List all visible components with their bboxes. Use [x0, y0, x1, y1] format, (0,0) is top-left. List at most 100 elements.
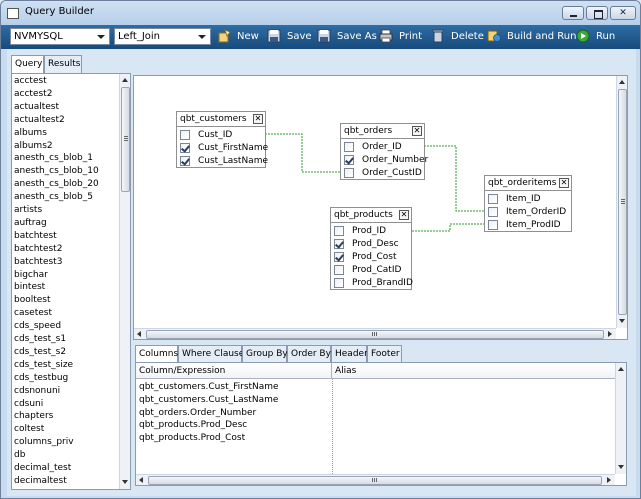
grid-vscroll[interactable] — [615, 363, 626, 474]
table-list-item[interactable]: casetest — [14, 308, 52, 318]
table-box-header[interactable]: qbt_customers ✕ — [177, 112, 265, 127]
close-icon[interactable]: ✕ — [412, 126, 422, 136]
table-box-header[interactable]: qbt_orders ✕ — [341, 124, 424, 139]
table-list-item[interactable]: columns_priv — [14, 437, 74, 447]
table-list-item[interactable]: batchtest3 — [14, 257, 62, 267]
scroll-right-icon[interactable] — [606, 330, 614, 338]
table-list-item[interactable]: bintest — [14, 282, 45, 292]
grid-hscroll[interactable] — [136, 474, 615, 485]
column-header-expression[interactable]: Column/Expression — [136, 363, 332, 379]
grid-row-expression[interactable]: qbt_customers.Cust_FirstName — [139, 382, 279, 392]
database-select[interactable]: NVMYSQL — [10, 28, 110, 45]
scroll-thumb[interactable] — [148, 476, 602, 485]
table-box-qbt-orders[interactable]: qbt_orders ✕ Order_ID Order_Number Order_Cus… — [340, 123, 428, 180]
field-checkbox[interactable] — [344, 168, 354, 178]
table-list-item[interactable]: cds_test_size — [14, 360, 73, 370]
table-list-item[interactable]: acctest2 — [14, 89, 52, 99]
table-list-item[interactable]: anesth_cs_blob_5 — [14, 192, 93, 202]
table-box-header[interactable]: qbt_orderitems ✕ — [485, 176, 571, 191]
table-box-qbt-orderitems[interactable]: qbt_orderitems ✕ Item_ID Item_OrderID Item_P… — [484, 175, 572, 232]
scroll-thumb[interactable] — [618, 89, 627, 315]
tab-results[interactable]: Results — [44, 55, 82, 73]
table-list-item[interactable]: actualtest — [14, 102, 59, 112]
print-button[interactable]: Print — [379, 29, 425, 45]
scroll-up-icon[interactable] — [121, 76, 129, 84]
join-type-select[interactable]: Left_Join — [114, 28, 211, 45]
table-list-item[interactable]: cdsuni — [14, 399, 43, 409]
table-list-item[interactable]: batchtest2 — [14, 244, 62, 254]
build-and-run-button[interactable]: Build and Run — [487, 29, 576, 45]
table-list-item[interactable]: albums2 — [14, 141, 53, 151]
table-list-item[interactable]: cds_speed — [14, 321, 61, 331]
tab-columns[interactable]: Columns — [135, 345, 178, 363]
field-checkbox[interactable] — [334, 278, 344, 288]
field-checkbox[interactable] — [334, 252, 344, 262]
table-list-item[interactable]: cds_test_s2 — [14, 347, 66, 357]
column-header-alias[interactable]: Alias — [332, 363, 616, 379]
table-list-item[interactable]: anesth_cs_blob_1 — [14, 153, 93, 163]
scroll-left-icon[interactable] — [137, 476, 145, 484]
scroll-thumb[interactable] — [121, 87, 130, 192]
field-checkbox[interactable] — [180, 156, 190, 166]
maximize-button[interactable] — [586, 6, 608, 20]
save-as-button[interactable]: Save As — [317, 29, 377, 45]
close-icon[interactable]: ✕ — [253, 114, 263, 124]
field-checkbox[interactable] — [488, 220, 498, 230]
new-button[interactable]: New — [217, 29, 261, 45]
canvas-vscroll[interactable] — [616, 76, 627, 328]
field-checkbox[interactable] — [334, 265, 344, 275]
table-list-item[interactable]: anesth_cs_blob_10 — [14, 166, 99, 176]
table-list-item[interactable]: decimaltest — [14, 476, 67, 486]
field-checkbox[interactable] — [488, 207, 498, 217]
scroll-down-icon[interactable] — [617, 463, 625, 471]
table-box-header[interactable]: qbt_products ✕ — [331, 208, 411, 223]
scroll-right-icon[interactable] — [605, 476, 613, 484]
scroll-left-icon[interactable] — [135, 330, 143, 338]
table-list-item[interactable]: artists — [14, 205, 42, 215]
table-list-item[interactable]: actualtest2 — [14, 115, 65, 125]
field-checkbox[interactable] — [488, 194, 498, 204]
table-list-item[interactable]: coltest — [14, 424, 44, 434]
field-checkbox[interactable] — [180, 143, 190, 153]
tab-where-clause[interactable]: Where Clause — [178, 345, 244, 362]
scroll-up-icon[interactable] — [617, 365, 625, 373]
close-icon[interactable]: ✕ — [399, 210, 409, 220]
tab-query[interactable]: Query — [11, 55, 44, 74]
scroll-down-icon[interactable] — [121, 478, 129, 486]
scroll-thumb[interactable] — [146, 330, 604, 339]
scroll-down-icon[interactable] — [618, 317, 626, 325]
save-button[interactable]: Save — [267, 29, 312, 45]
table-list-item[interactable]: db — [14, 450, 25, 460]
close-icon[interactable]: ✕ — [559, 178, 569, 188]
table-list-item[interactable]: cds_test_s1 — [14, 334, 66, 344]
tab-header[interactable]: Header — [331, 345, 368, 362]
grid-row-expression[interactable]: qbt_customers.Cust_LastName — [139, 395, 278, 405]
table-list-scrollbar[interactable] — [119, 74, 130, 489]
table-list-item[interactable]: decimal_test — [14, 463, 71, 473]
grid-row-expression[interactable]: qbt_products.Prod_Cost — [139, 433, 245, 443]
close-button[interactable]: ✕ — [610, 6, 636, 20]
table-list-item[interactable]: cdsnonuni — [14, 386, 60, 396]
scroll-up-icon[interactable] — [618, 78, 626, 86]
delete-button[interactable]: Delete — [431, 29, 484, 45]
field-checkbox[interactable] — [180, 130, 190, 140]
table-box-qbt-customers[interactable]: qbt_customers ✕ Cust_ID Cust_FirstName Cust_… — [176, 111, 268, 168]
columns-grid[interactable]: Column/Expression Alias qbt_customers.Cu… — [135, 362, 627, 486]
grid-row-expression[interactable]: qbt_orders.Order_Number — [139, 408, 256, 418]
field-checkbox[interactable] — [334, 226, 344, 236]
tab-footer[interactable]: Footer — [367, 345, 402, 362]
table-list-item[interactable]: anesth_cs_blob_20 — [14, 179, 99, 189]
table-list-item[interactable]: chapters — [14, 411, 53, 421]
field-checkbox[interactable] — [334, 239, 344, 249]
field-checkbox[interactable] — [344, 142, 354, 152]
run-button[interactable]: Run — [576, 29, 618, 45]
field-checkbox[interactable] — [344, 155, 354, 165]
table-list-item[interactable]: batchtest — [14, 231, 57, 241]
table-box-qbt-products[interactable]: qbt_products ✕ Prod_ID Prod_Desc Prod_Cost Pr… — [330, 207, 413, 290]
table-list-item[interactable]: albums — [14, 128, 47, 138]
tab-group-by[interactable]: Group By — [242, 345, 288, 362]
table-list-item[interactable]: cds_testbug — [14, 373, 68, 383]
query-designer-canvas[interactable]: qbt_customers ✕ Cust_ID Cust_FirstName Cust_… — [133, 75, 628, 340]
table-list-item[interactable]: acctest — [14, 76, 47, 86]
grid-row-expression[interactable]: qbt_products.Prod_Desc — [139, 420, 247, 430]
